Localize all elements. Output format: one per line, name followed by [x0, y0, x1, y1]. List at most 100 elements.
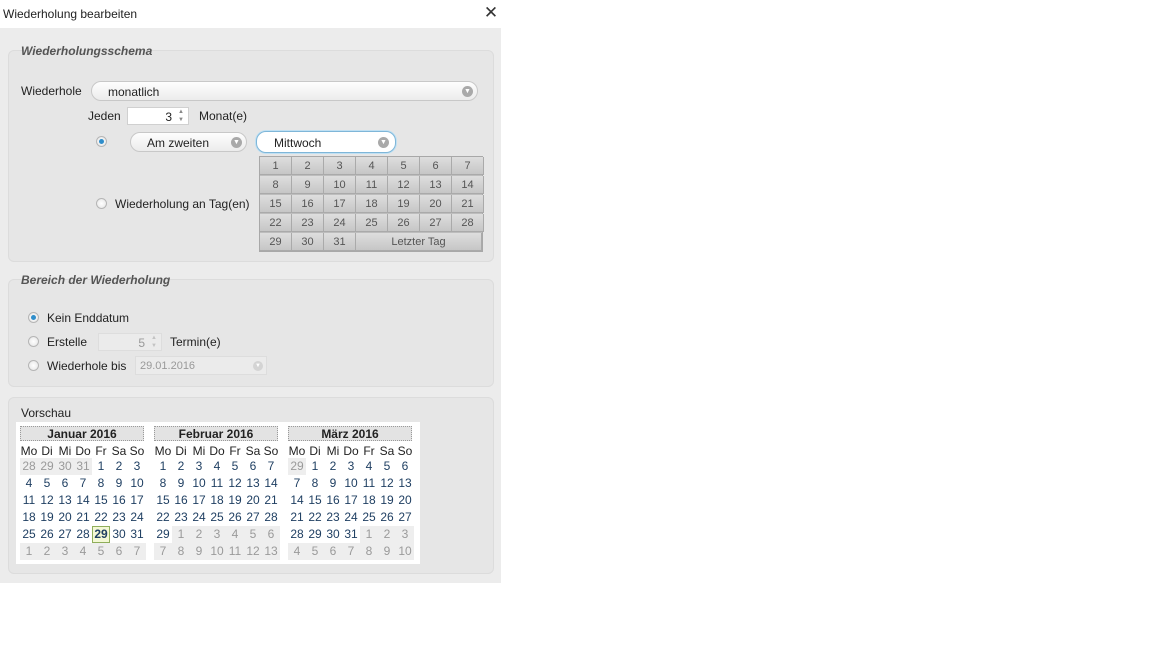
date-cell[interactable]: 21	[288, 509, 306, 526]
date-cell[interactable]: 23	[324, 509, 342, 526]
date-cell[interactable]: 3	[128, 458, 146, 475]
date-cell[interactable]: 24	[128, 509, 146, 526]
day-cell[interactable]: 13	[420, 176, 452, 194]
date-cell[interactable]: 27	[396, 509, 414, 526]
date-cell[interactable]: 27	[244, 509, 262, 526]
date-cell[interactable]: 17	[128, 492, 146, 509]
date-cell[interactable]: 10	[190, 475, 208, 492]
date-cell[interactable]: 18	[208, 492, 226, 509]
day-cell[interactable]: 11	[356, 176, 388, 194]
date-cell[interactable]: 1	[172, 526, 190, 543]
date-cell[interactable]: 25	[360, 509, 378, 526]
date-cell[interactable]: 6	[262, 526, 280, 543]
weekday-pattern-radio[interactable]	[96, 136, 107, 147]
day-cell[interactable]: 10	[324, 176, 356, 194]
date-cell[interactable]: 7	[288, 475, 306, 492]
date-cell[interactable]: 7	[154, 543, 172, 560]
date-cell[interactable]: 31	[342, 526, 360, 543]
date-cell[interactable]: 17	[190, 492, 208, 509]
occurrences-stepper[interactable]: 5 ▲ ▼	[98, 333, 162, 351]
date-cell[interactable]: 4	[288, 543, 306, 560]
date-cell[interactable]: 26	[38, 526, 56, 543]
day-cell[interactable]: 29	[260, 233, 292, 251]
day-cell[interactable]: 22	[260, 214, 292, 232]
date-cell[interactable]: 1	[20, 543, 38, 560]
stepper-arrows-icon[interactable]: ▲ ▼	[175, 108, 187, 124]
date-cell[interactable]: 29	[288, 458, 306, 475]
date-cell[interactable]: 31	[74, 458, 92, 475]
date-cell[interactable]: 7	[74, 475, 92, 492]
day-cell[interactable]: 19	[388, 195, 420, 213]
day-cell[interactable]: 17	[324, 195, 356, 213]
date-cell[interactable]: 8	[172, 543, 190, 560]
date-cell[interactable]: 2	[378, 526, 396, 543]
day-cell[interactable]: 16	[292, 195, 324, 213]
date-cell[interactable]: 10	[342, 475, 360, 492]
date-cell[interactable]: 6	[244, 458, 262, 475]
date-cell[interactable]: 13	[396, 475, 414, 492]
day-cell[interactable]: 8	[260, 176, 292, 194]
date-cell[interactable]: 18	[360, 492, 378, 509]
date-cell[interactable]: 2	[324, 458, 342, 475]
date-cell[interactable]: 29	[306, 526, 324, 543]
date-cell[interactable]: 30	[324, 526, 342, 543]
date-cell[interactable]: 1	[92, 458, 110, 475]
date-cell[interactable]: 19	[38, 509, 56, 526]
date-cell[interactable]: 20	[396, 492, 414, 509]
date-cell[interactable]: 6	[56, 475, 74, 492]
date-cell[interactable]: 2	[190, 526, 208, 543]
date-cell[interactable]: 16	[324, 492, 342, 509]
date-cell[interactable]: 21	[74, 509, 92, 526]
date-cell[interactable]: 3	[208, 526, 226, 543]
date-cell[interactable]: 19	[226, 492, 244, 509]
date-cell[interactable]: 11	[226, 543, 244, 560]
chevron-down-icon[interactable]: ▼	[253, 361, 263, 371]
day-cell[interactable]: 25	[356, 214, 388, 232]
date-cell[interactable]: 30	[56, 458, 74, 475]
last-day-cell[interactable]: Letzter Tag	[356, 233, 482, 251]
until-radio[interactable]	[28, 360, 39, 371]
day-cell[interactable]: 7	[452, 157, 484, 175]
date-cell[interactable]: 30	[110, 526, 128, 543]
date-cell[interactable]: 3	[342, 458, 360, 475]
date-cell[interactable]: 3	[56, 543, 74, 560]
date-cell[interactable]: 11	[208, 475, 226, 492]
day-cell[interactable]: 1	[260, 157, 292, 175]
day-cell[interactable]: 18	[356, 195, 388, 213]
date-cell[interactable]: 9	[190, 543, 208, 560]
date-cell[interactable]: 11	[20, 492, 38, 509]
date-cell[interactable]: 12	[226, 475, 244, 492]
date-cell[interactable]: 17	[342, 492, 360, 509]
date-cell[interactable]: 2	[38, 543, 56, 560]
date-cell[interactable]: 1	[154, 458, 172, 475]
date-cell[interactable]: 28	[262, 509, 280, 526]
day-cell[interactable]: 24	[324, 214, 356, 232]
day-cell[interactable]: 5	[388, 157, 420, 175]
stepper-arrows-icon[interactable]: ▲ ▼	[148, 334, 160, 350]
no-end-radio[interactable]	[28, 312, 39, 323]
date-cell[interactable]: 29	[154, 526, 172, 543]
date-cell[interactable]: 25	[20, 526, 38, 543]
date-cell[interactable]: 9	[110, 475, 128, 492]
date-cell[interactable]: 20	[244, 492, 262, 509]
date-cell[interactable]: 22	[154, 509, 172, 526]
date-cell[interactable]: 12	[38, 492, 56, 509]
today-date-cell[interactable]: 29	[92, 526, 110, 543]
close-icon[interactable]: ✕	[482, 4, 500, 22]
date-cell[interactable]: 8	[154, 475, 172, 492]
date-cell[interactable]: 2	[110, 458, 128, 475]
date-cell[interactable]: 13	[56, 492, 74, 509]
date-cell[interactable]: 2	[172, 458, 190, 475]
day-cell[interactable]: 31	[324, 233, 356, 251]
date-cell[interactable]: 10	[208, 543, 226, 560]
date-cell[interactable]: 22	[306, 509, 324, 526]
date-cell[interactable]: 4	[360, 458, 378, 475]
repeat-select[interactable]: monatlich ▼	[91, 81, 478, 101]
date-cell[interactable]: 9	[324, 475, 342, 492]
date-cell[interactable]: 26	[378, 509, 396, 526]
date-cell[interactable]: 14	[288, 492, 306, 509]
day-cell[interactable]: 6	[420, 157, 452, 175]
date-cell[interactable]: 15	[306, 492, 324, 509]
day-cell[interactable]: 20	[420, 195, 452, 213]
date-cell[interactable]: 6	[396, 458, 414, 475]
